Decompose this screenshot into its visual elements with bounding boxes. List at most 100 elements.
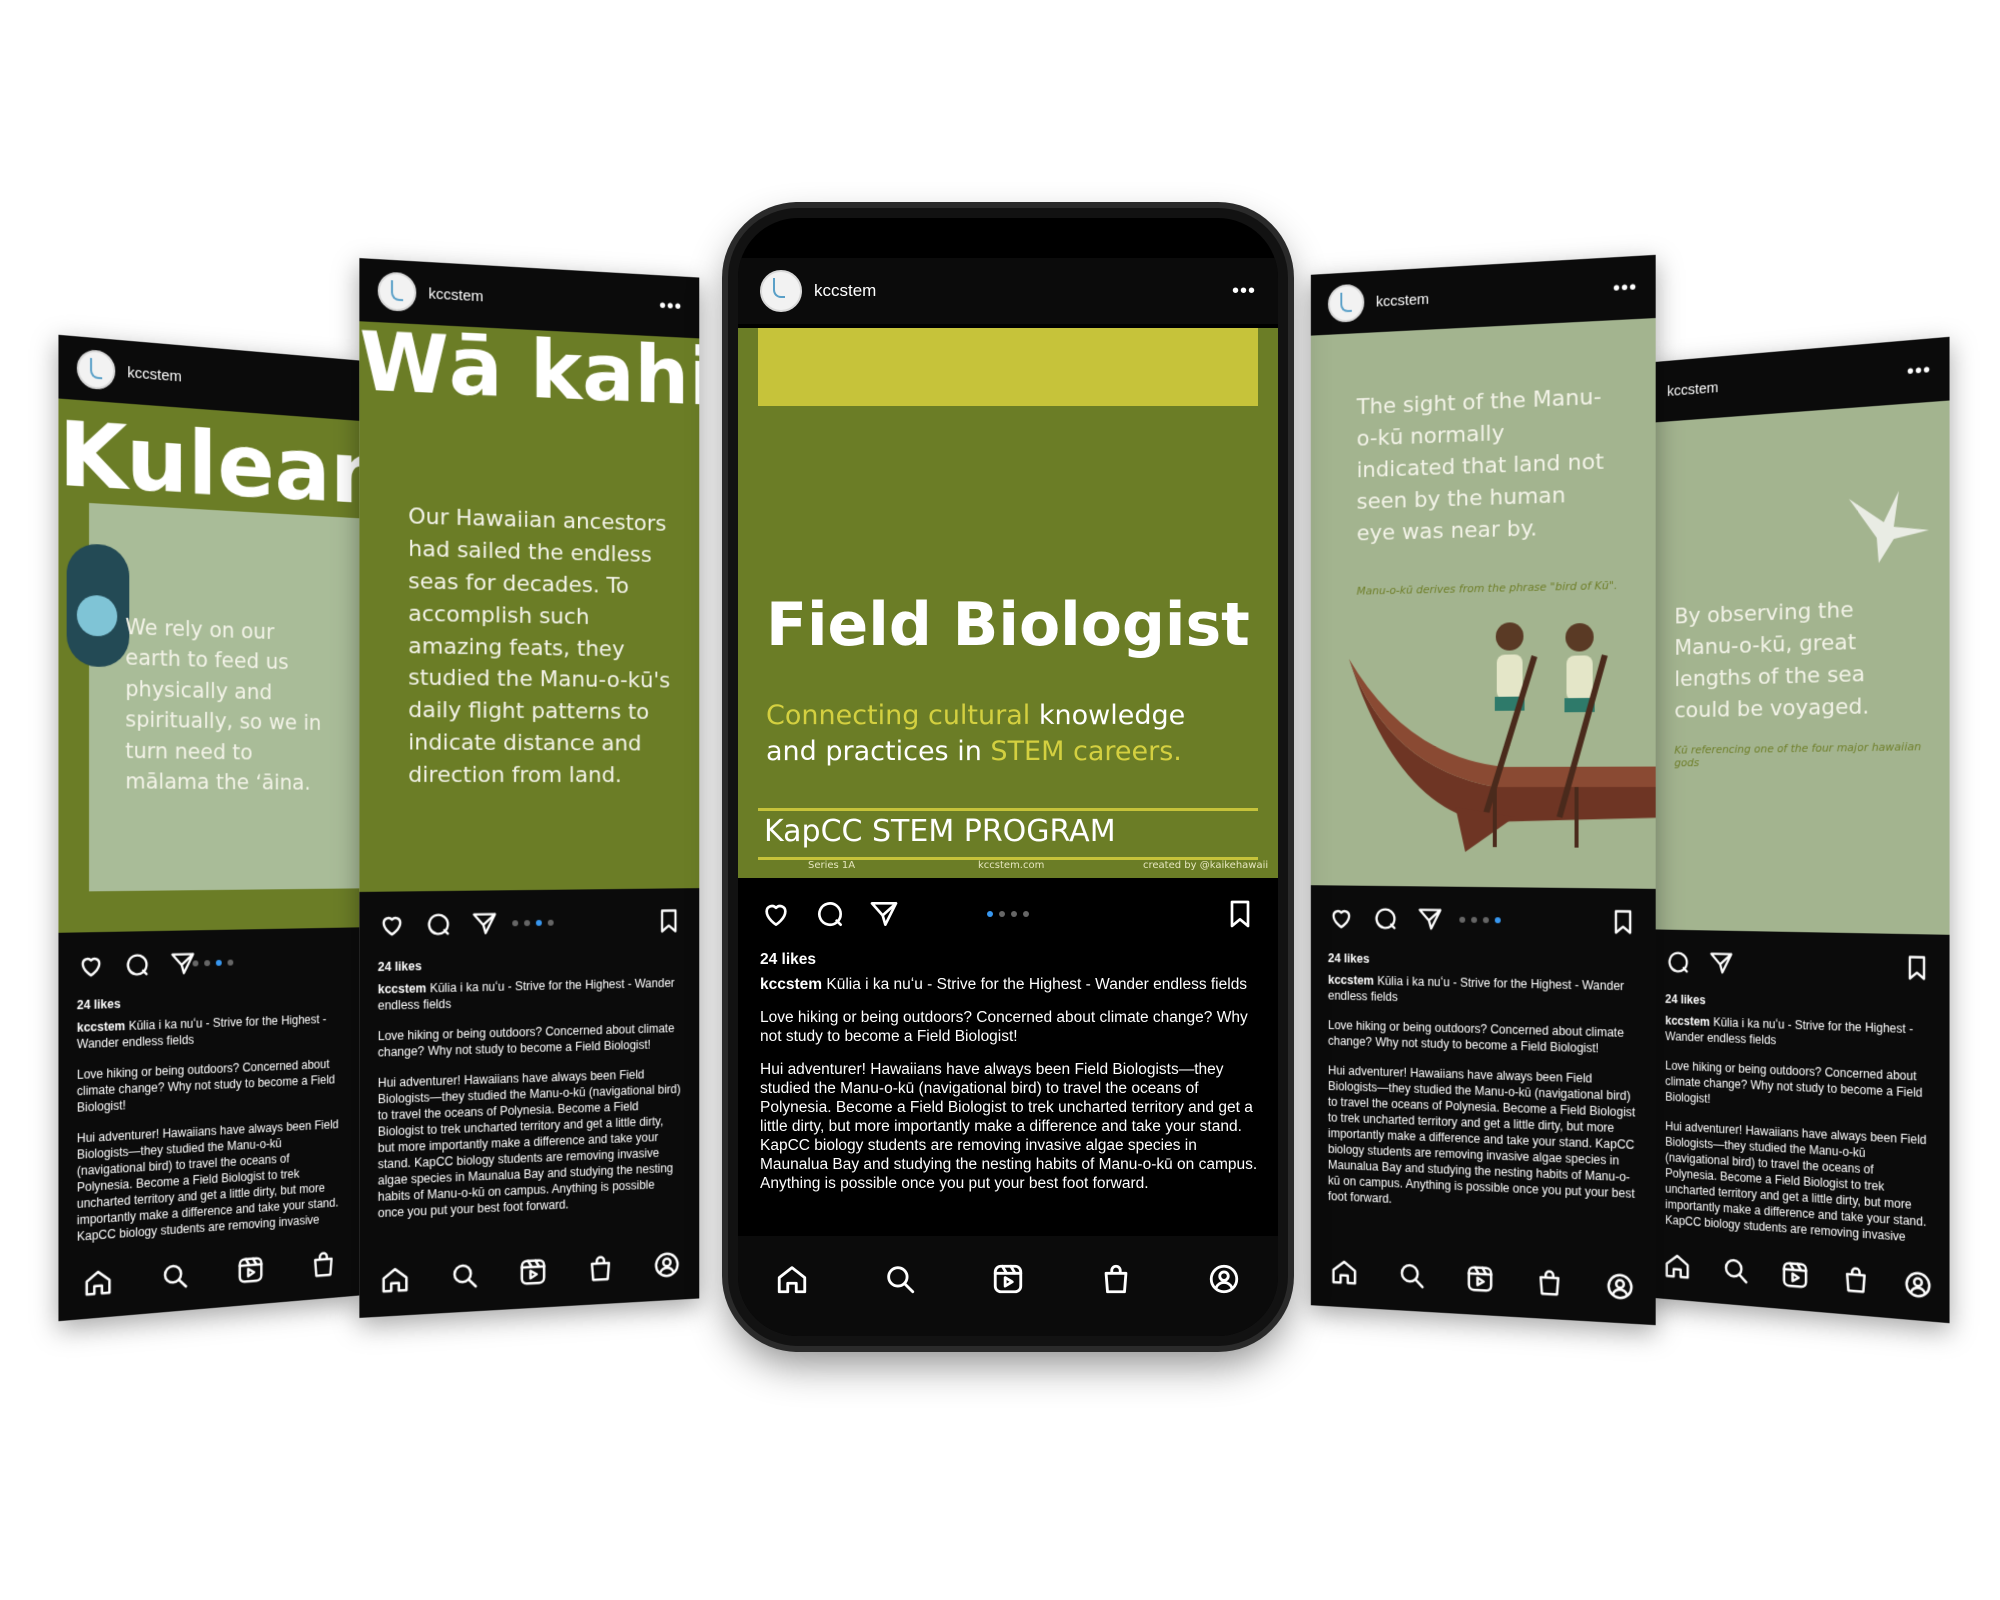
post-card-sight: kccstem ••• The sight of the Manu-o-kū n… xyxy=(1310,254,1656,1326)
avatar[interactable] xyxy=(76,348,116,391)
profile-icon[interactable] xyxy=(1207,1262,1241,1296)
search-icon[interactable] xyxy=(1721,1254,1749,1286)
heart-icon[interactable] xyxy=(760,898,792,930)
mockup-stage: kccstem Kuleana We rely on our earth to … xyxy=(0,0,2000,1600)
home-icon[interactable] xyxy=(1330,1256,1359,1287)
comment-icon[interactable] xyxy=(814,898,846,930)
post-card-observing: kccstem ••• By observing the Manu-o-kū, … xyxy=(1648,336,1950,1324)
card-footnote: Kū referencing one of the four major haw… xyxy=(1674,740,1922,770)
bookmark-icon[interactable] xyxy=(1224,898,1256,930)
home-icon[interactable] xyxy=(775,1262,809,1296)
shop-icon[interactable] xyxy=(1534,1267,1564,1299)
share-icon[interactable] xyxy=(471,909,499,938)
post-caption: 24 likes kccstem Kūlia i ka nuʻu - Striv… xyxy=(378,953,682,1235)
carousel-dots xyxy=(192,959,234,967)
card-body-text: We rely on our earth to feed us physical… xyxy=(125,614,322,795)
drop-graphic xyxy=(66,542,130,668)
subtitle-highlight: Connecting cultural xyxy=(766,700,1031,731)
subtitle-text: knowledge xyxy=(1030,700,1186,731)
likes-count: 24 likes xyxy=(1327,951,1370,966)
caption-username[interactable]: kccstem xyxy=(1665,1014,1710,1029)
reels-icon[interactable] xyxy=(991,1262,1025,1296)
likes-count: 24 likes xyxy=(76,996,121,1013)
profile-icon[interactable] xyxy=(1903,1268,1933,1301)
caption-body: Hui adventurer! Hawaiians have always be… xyxy=(377,1067,681,1221)
shop-icon[interactable] xyxy=(585,1253,614,1284)
username[interactable]: kccstem xyxy=(1376,290,1429,310)
comment-icon[interactable] xyxy=(1665,948,1691,976)
more-options-icon[interactable]: ••• xyxy=(1232,280,1256,303)
post-actions xyxy=(1649,937,1950,994)
comment-icon[interactable] xyxy=(123,950,151,979)
phone-frame: kccstem ••• Field Biologist Connecting c… xyxy=(728,208,1288,1346)
caption-body: Hui adventurer! Hawaiians have always be… xyxy=(1327,1063,1636,1206)
bookmark-icon[interactable] xyxy=(655,907,682,935)
avatar[interactable] xyxy=(377,271,417,312)
post-actions xyxy=(58,935,359,992)
bottom-tab-bar xyxy=(359,1227,700,1318)
post-header: kccstem ••• xyxy=(738,258,1278,324)
reels-icon[interactable] xyxy=(1465,1263,1495,1295)
subtitle-highlight: STEM careers. xyxy=(990,736,1182,768)
username[interactable]: kccstem xyxy=(1667,379,1718,400)
share-icon[interactable] xyxy=(1708,949,1734,977)
comment-icon[interactable] xyxy=(1372,905,1399,933)
bookmark-icon[interactable] xyxy=(1609,908,1637,937)
post-image: Field Biologist Connecting cultural know… xyxy=(738,328,1278,878)
bird-graphic xyxy=(1848,489,1930,565)
post-card-wa-kahiko: kccstem ••• Wā kahiko Our Hawaiian ances… xyxy=(359,258,700,1318)
card-body-text: By observing the Manu-o-kū, great length… xyxy=(1674,597,1870,724)
subtitle-text: and practices in xyxy=(766,736,991,768)
carousel-dots xyxy=(511,919,554,927)
search-icon[interactable] xyxy=(883,1262,917,1296)
avatar[interactable] xyxy=(760,270,802,312)
card-footnote: Manu-o-kū derives from the phrase "bird … xyxy=(1356,578,1618,598)
profile-icon[interactable] xyxy=(1605,1271,1635,1303)
heart-icon[interactable] xyxy=(77,951,105,980)
shop-icon[interactable] xyxy=(1841,1264,1871,1297)
caption-username[interactable]: kccstem xyxy=(760,976,822,993)
home-icon[interactable] xyxy=(1663,1250,1691,1282)
heart-icon[interactable] xyxy=(1328,904,1355,932)
username[interactable]: kccstem xyxy=(814,281,876,301)
site-label: kccstem.com xyxy=(978,860,1045,871)
reels-icon[interactable] xyxy=(518,1256,548,1288)
more-options-icon[interactable]: ••• xyxy=(659,294,682,318)
username[interactable]: kccstem xyxy=(428,285,483,305)
shop-icon[interactable] xyxy=(1099,1262,1133,1296)
caption-head: Kūlia i ka nuʻu - Strive for the Highest… xyxy=(826,976,1248,993)
post-caption: 24 likes kccstem Kūlia i ka nuʻu - Striv… xyxy=(760,950,1264,1207)
reels-icon[interactable] xyxy=(236,1254,265,1286)
username[interactable]: kccstem xyxy=(127,364,181,386)
credit-label: created by @kaikehawaii xyxy=(1143,860,1269,871)
post-actions xyxy=(359,896,699,951)
likes-count: 24 likes xyxy=(1665,992,1706,1008)
more-options-icon[interactable]: ••• xyxy=(1613,276,1637,301)
more-options-icon[interactable]: ••• xyxy=(1907,358,1931,383)
caption-question: Love hiking or being outdoors? Concerned… xyxy=(760,1009,1248,1045)
share-icon[interactable] xyxy=(1416,905,1443,933)
canoe-illustration xyxy=(1348,622,1656,853)
card-title: Kuleana xyxy=(58,400,360,528)
shop-icon[interactable] xyxy=(310,1248,338,1280)
caption-username[interactable]: kccstem xyxy=(378,981,427,996)
post-subtitle: Connecting cultural knowledge and practi… xyxy=(766,698,1266,771)
home-icon[interactable] xyxy=(379,1263,409,1295)
search-icon[interactable] xyxy=(160,1260,190,1293)
share-icon[interactable] xyxy=(868,898,900,930)
comment-icon[interactable] xyxy=(424,910,452,939)
avatar[interactable] xyxy=(1327,283,1365,323)
caption-username[interactable]: kccstem xyxy=(1328,973,1374,988)
post-image: By observing the Manu-o-kū, great length… xyxy=(1648,400,1950,935)
post-image: Kuleana We rely on our earth to feed us … xyxy=(58,398,360,933)
heart-icon[interactable] xyxy=(378,911,406,940)
bottom-tab-bar xyxy=(738,1236,1278,1336)
reels-icon[interactable] xyxy=(1780,1259,1809,1291)
home-icon[interactable] xyxy=(83,1266,113,1299)
caption-username[interactable]: kccstem xyxy=(77,1019,125,1035)
bookmark-icon[interactable] xyxy=(1903,953,1931,982)
bottom-tab-bar xyxy=(1310,1234,1656,1326)
search-icon[interactable] xyxy=(449,1260,479,1292)
search-icon[interactable] xyxy=(1397,1260,1426,1291)
profile-icon[interactable] xyxy=(652,1249,681,1280)
